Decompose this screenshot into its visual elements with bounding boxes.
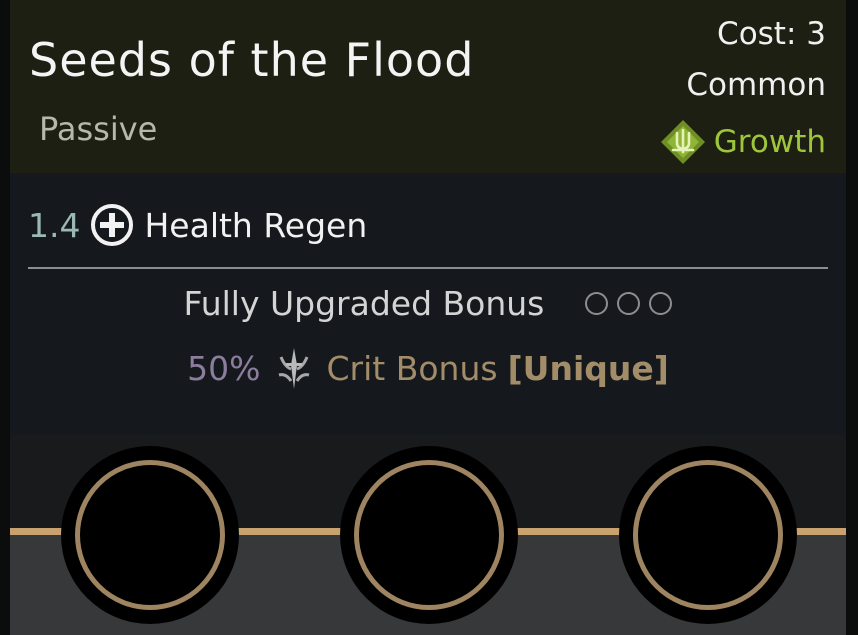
upgrade-slot-2[interactable]: [340, 446, 518, 624]
unique-tag: [Unique]: [507, 348, 669, 388]
stat-row: 1.4 Health Regen: [28, 200, 367, 250]
item-rarity: Common: [686, 67, 826, 103]
slot-ring: [354, 460, 504, 610]
item-category: Growth: [660, 119, 826, 165]
upgrade-pip: [649, 292, 673, 315]
health-plus-icon: [91, 204, 134, 246]
upgrade-pip: [617, 292, 641, 315]
bonus-value: 50%: [187, 348, 261, 388]
card-header: Seeds of the Flood Passive Cost: 3 Commo…: [10, 0, 846, 173]
item-cost: Cost: 3: [717, 16, 826, 52]
stat-label: Health Regen: [144, 205, 368, 245]
growth-icon: [660, 120, 705, 164]
upgrade-pip: [585, 292, 609, 315]
slot-ring: [633, 460, 783, 610]
category-label: Growth: [713, 124, 826, 160]
crit-icon: [278, 348, 309, 389]
upgrade-slot-3[interactable]: [619, 446, 797, 624]
bonus-label: Crit Bonus: [326, 348, 498, 388]
bonus-row: 50% Crit Bonus [Unique]: [10, 343, 846, 393]
item-title: Seeds of the Flood: [29, 33, 475, 87]
upgrade-pips: [585, 292, 673, 315]
bonus-title: Fully Upgraded Bonus: [183, 284, 545, 323]
divider: [28, 267, 828, 269]
upgrade-slot-1[interactable]: [61, 446, 239, 624]
stat-value: 1.4: [28, 205, 81, 245]
bonus-header: Fully Upgraded Bonus: [10, 284, 846, 328]
slot-ring: [75, 460, 225, 610]
item-type: Passive: [39, 110, 158, 148]
